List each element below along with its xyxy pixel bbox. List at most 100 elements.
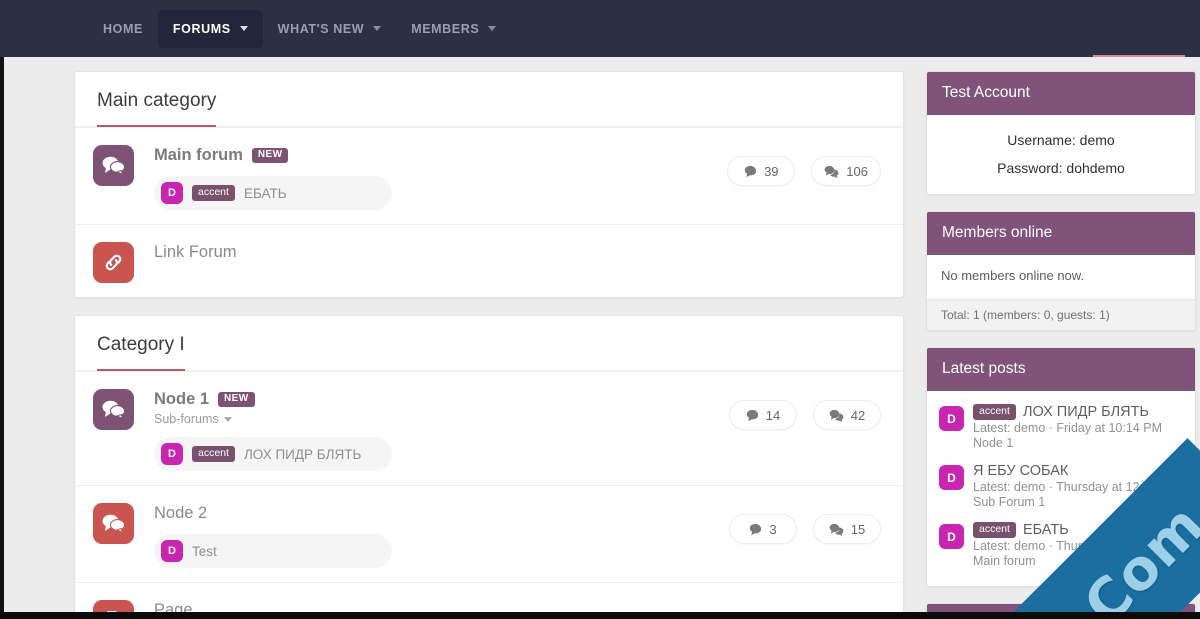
nav-item-home[interactable]: HOME	[88, 10, 158, 48]
forum-bubbles-icon	[93, 145, 134, 186]
forum-row[interactable]: Node 1 NEW Sub-forums D accent ЛОХ ПИДР …	[75, 371, 903, 485]
forum-title-link[interactable]: Node 1	[154, 390, 209, 409]
category-title: Category I	[97, 334, 185, 371]
list-item-title-row: accent ЛОХ ПИДР БЛЯТЬ	[973, 404, 1183, 420]
chevron-down-icon	[240, 26, 248, 31]
members-online-total: Total: 1 (members: 0, guests: 1)	[927, 299, 1195, 330]
thread-title-link[interactable]: ЕБАТЬ	[1023, 522, 1069, 538]
nav-item-label: HOME	[103, 22, 143, 36]
latest-posts-list: D accent ЛОХ ПИДР БЛЯТЬ Latest: demo · F…	[927, 391, 1195, 586]
forum-title-link[interactable]: Node 2	[154, 504, 207, 523]
nav-item-whats-new[interactable]: WHAT'S NEW	[263, 10, 397, 48]
bottom-edge-strip	[0, 612, 1200, 619]
nav-item-label: WHAT'S NEW	[278, 22, 365, 36]
nav-item-label: FORUMS	[173, 22, 231, 36]
list-item[interactable]: D accent ЕБАТЬ Latest: demo · Thur AM Ma…	[939, 517, 1183, 576]
stat-value: 3	[769, 522, 776, 537]
chevron-down-icon	[488, 26, 496, 31]
category-header: Category I	[75, 316, 903, 371]
avatar: D	[939, 465, 964, 490]
post-meta: Latest: demo · Thursday at 12:2	[973, 480, 1183, 494]
link-icon	[93, 242, 134, 283]
forum-title-line: Main forum NEW	[154, 142, 727, 165]
chevron-down-icon	[224, 417, 232, 422]
stat-messages: 106	[811, 156, 881, 186]
list-item-title-row: Я ЕБУ СОБАК	[973, 463, 1183, 479]
thread-prefix-badge: accent	[973, 404, 1016, 420]
widget-body: Username: demo Password: dohdemo	[927, 115, 1195, 194]
last-post-chip[interactable]: D accent ЛОХ ПИДР БЛЯТЬ	[154, 437, 392, 471]
nav-item-label: MEMBERS	[411, 22, 479, 36]
forum-row[interactable]: Link Forum	[75, 224, 903, 297]
forum-title-link[interactable]: Main forum	[154, 146, 243, 165]
forum-info: Main forum NEW D accent ЕБАТЬ	[134, 142, 727, 210]
stat-messages: 15	[813, 514, 881, 544]
last-post-title[interactable]: ЛОХ ПИДР БЛЯТЬ	[244, 447, 361, 462]
last-post-chip[interactable]: D Test	[154, 534, 392, 568]
stat-threads: 3	[729, 514, 797, 544]
forum-title-link[interactable]: Link Forum	[154, 243, 237, 262]
thread-prefix-badge: accent	[192, 185, 235, 201]
stat-messages: 42	[813, 400, 881, 430]
forum-info: Node 1 NEW Sub-forums D accent ЛОХ ПИДР …	[134, 386, 729, 471]
category-title: Main category	[97, 90, 216, 127]
category-header: Main category	[75, 72, 903, 127]
avatar: D	[161, 443, 183, 465]
forum-list: Main category Mai	[74, 71, 904, 619]
thread-title-link[interactable]: ЛОХ ПИДР БЛЯТЬ	[1023, 404, 1149, 420]
stat-threads: 39	[727, 156, 795, 186]
chevron-down-icon	[373, 26, 381, 31]
list-item-body: accent ЕБАТЬ Latest: demo · Thur AM Main…	[973, 522, 1183, 568]
forum-page: HOME FORUMS WHAT'S NEW MEMBERS Main cate…	[0, 0, 1200, 619]
list-item[interactable]: D Я ЕБУ СОБАК Latest: demo · Thursday at…	[939, 458, 1183, 517]
list-item-body: accent ЛОХ ПИДР БЛЯТЬ Latest: demo · Fri…	[973, 404, 1183, 450]
nav-item-members[interactable]: MEMBERS	[396, 10, 511, 48]
nav-item-forums[interactable]: FORUMS	[158, 10, 263, 48]
widget-title: Members online	[927, 212, 1195, 255]
thread-title-link[interactable]: Я ЕБУ СОБАК	[973, 463, 1068, 479]
sub-forums-label: Sub-forums	[154, 412, 219, 426]
category-block: Main category Mai	[74, 71, 904, 298]
sub-forums-toggle[interactable]: Sub-forums	[154, 412, 729, 426]
last-post-title[interactable]: ЕБАТЬ	[244, 186, 287, 201]
widget-test-account: Test Account Username: demo Password: do…	[926, 71, 1196, 195]
post-node[interactable]: Node 1	[973, 436, 1183, 450]
widget-title: Test Account	[927, 72, 1195, 115]
forum-stats: 14 42	[729, 386, 881, 430]
left-edge-strip	[0, 57, 4, 619]
post-node[interactable]: Main forum	[973, 554, 1183, 568]
thread-prefix-badge: accent	[192, 446, 235, 462]
forum-title-line: Link Forum	[154, 239, 881, 262]
sidebar: Test Account Username: demo Password: do…	[926, 71, 1196, 619]
main-navigation: HOME FORUMS WHAT'S NEW MEMBERS	[0, 0, 1200, 57]
forum-row[interactable]: Node 2 D Test 3	[75, 485, 903, 582]
widget-latest-posts: Latest posts D accent ЛОХ ПИДР БЛЯТЬ Lat…	[926, 347, 1196, 587]
forum-title-line: Node 2	[154, 500, 729, 523]
stat-value: 106	[846, 164, 868, 179]
list-item-title-row: accent ЕБАТЬ	[973, 522, 1183, 538]
page-body: Main category Mai	[0, 57, 1200, 619]
widget-members-online: Members online No members online now. To…	[926, 211, 1196, 331]
forum-stats: 39 106	[727, 142, 881, 186]
thread-prefix-badge: accent	[973, 522, 1016, 538]
forum-title-line: Node 1 NEW	[154, 386, 729, 409]
last-post-title[interactable]: Test	[192, 544, 217, 559]
forum-bubbles-icon	[93, 389, 134, 430]
post-node[interactable]: Sub Forum 1	[973, 495, 1183, 509]
avatar: D	[161, 540, 183, 562]
members-online-empty: No members online now.	[941, 266, 1181, 287]
list-item[interactable]: D accent ЛОХ ПИДР БЛЯТЬ Latest: demo · F…	[939, 399, 1183, 458]
avatar: D	[161, 182, 183, 204]
status-badge-new: NEW	[218, 392, 255, 407]
forum-stats: 3 15	[729, 500, 881, 544]
post-meta: Latest: demo · Thur AM	[973, 539, 1183, 553]
post-meta: Latest: demo · Friday at 10:14 PM	[973, 421, 1183, 435]
forum-row[interactable]: Main forum NEW D accent ЕБАТЬ 39	[75, 127, 903, 224]
avatar: D	[939, 524, 964, 549]
last-post-chip[interactable]: D accent ЕБАТЬ	[154, 176, 392, 210]
stat-value: 14	[766, 408, 780, 423]
forum-info: Link Forum	[134, 239, 881, 262]
username-line: Username: demo	[941, 126, 1181, 154]
tab-underline-fragment	[1093, 55, 1185, 57]
forum-info: Node 2 D Test	[134, 500, 729, 568]
